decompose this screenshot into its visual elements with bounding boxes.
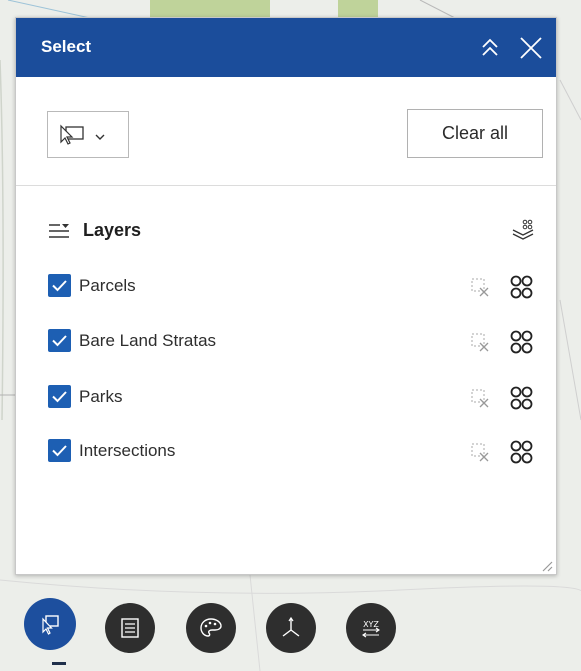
rectangle-select-icon: [60, 124, 84, 145]
table-icon: [121, 618, 139, 638]
layer-label: Intersections: [79, 441, 176, 460]
layer-row-bare-land-stratas: Bare Land Stratas: [16, 329, 556, 363]
layer-label: Parks: [79, 387, 123, 406]
checkbox-parcels[interactable]: [48, 274, 71, 297]
select-features-icon[interactable]: [508, 329, 536, 355]
panel-title: Select: [41, 37, 92, 56]
checkbox-parks[interactable]: [48, 385, 71, 408]
clear-selection-icon[interactable]: [470, 276, 492, 298]
axes-icon: [282, 616, 300, 637]
select-features-icon[interactable]: [508, 274, 536, 300]
select-features-icon[interactable]: [508, 385, 536, 411]
checkbox-intersections[interactable]: [48, 439, 71, 462]
layer-row-parcels: Parcels: [16, 274, 556, 308]
svg-text:XYZ: XYZ: [363, 620, 379, 629]
select-tool-button[interactable]: [24, 598, 76, 650]
checkbox-bare-land-stratas[interactable]: [48, 329, 71, 352]
layers-heading: Layers: [83, 220, 142, 240]
chevron-down-icon: [95, 134, 105, 140]
palette-icon: [200, 618, 222, 637]
select-icon: [42, 615, 59, 635]
layer-label: Parcels: [79, 276, 136, 295]
selection-tool-dropdown[interactable]: [47, 111, 129, 158]
basemap-button[interactable]: [186, 603, 236, 653]
coordinate-button[interactable]: [266, 603, 316, 653]
chevrons-up-icon[interactable]: [477, 35, 503, 61]
resize-handle[interactable]: [539, 558, 553, 572]
clear-selection-icon[interactable]: [470, 331, 492, 353]
select-panel: Select Clear all Layers Parcels Bare Lan…: [15, 17, 557, 575]
attribute-table-button[interactable]: [105, 603, 155, 653]
select-all-layers-icon[interactable]: [510, 218, 536, 244]
layer-label: Bare Land Stratas: [79, 331, 217, 350]
layer-row-parks: Parks: [16, 385, 556, 419]
active-indicator: [52, 662, 66, 665]
xyz-button[interactable]: XYZ: [346, 603, 396, 653]
panel-header: Select: [16, 18, 556, 77]
layer-row-intersections: Intersections: [16, 439, 556, 473]
divider: [16, 185, 556, 186]
select-features-icon[interactable]: [508, 439, 536, 465]
xyz-icon: XYZ: [362, 620, 380, 638]
clear-selection-icon[interactable]: [470, 387, 492, 409]
close-icon[interactable]: [518, 35, 544, 61]
clear-selection-icon[interactable]: [470, 441, 492, 463]
clear-all-button[interactable]: Clear all: [407, 109, 543, 158]
layer-list-icon[interactable]: [48, 223, 70, 239]
